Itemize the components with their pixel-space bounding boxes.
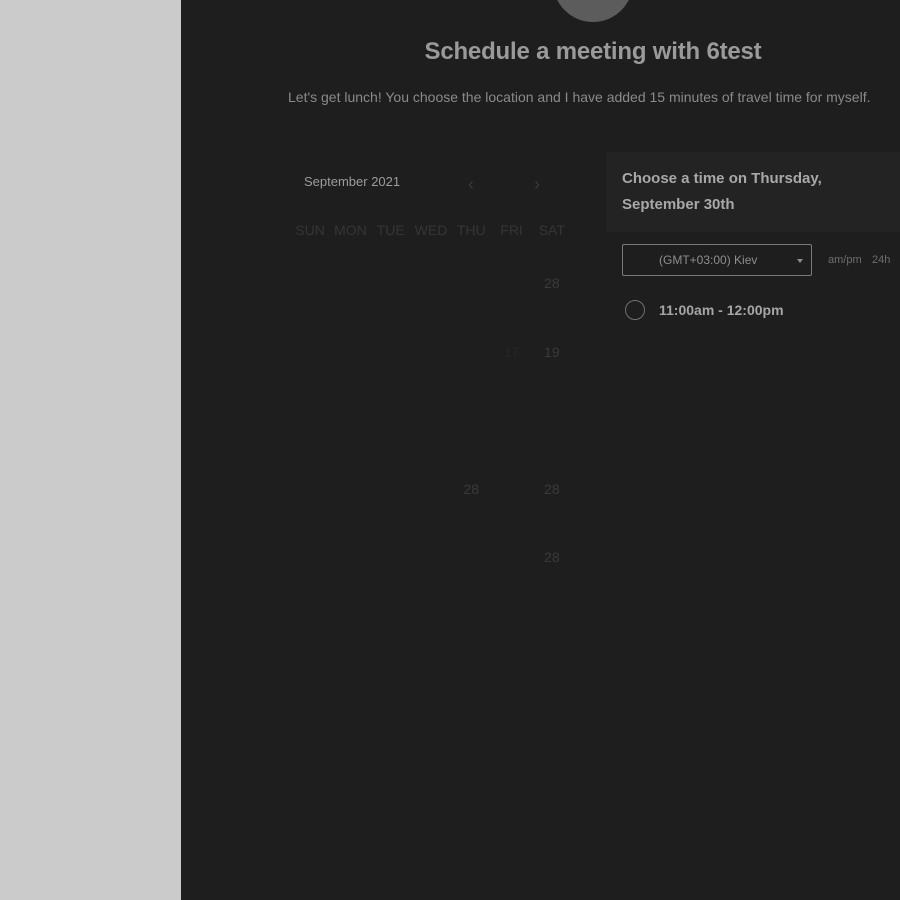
calendar-day[interactable]: 17 [491, 335, 531, 404]
calendar-day[interactable] [330, 266, 370, 335]
weekday-label: SAT [538, 222, 565, 238]
calendar-day[interactable] [451, 403, 491, 472]
calendar-day[interactable] [290, 472, 330, 541]
calendar-month-label: September 2021 [304, 174, 401, 189]
calendar-week: 28 28 [290, 472, 572, 541]
previous-month-button[interactable]: ‹ [459, 172, 483, 196]
weekday-label: SUN [295, 222, 325, 238]
scheduling-page: Schedule a meeting with 6test Let's get … [181, 0, 900, 900]
chevron-left-icon: ‹ [468, 173, 474, 194]
weekday-label: MON [334, 222, 367, 238]
calendar-week: 28 [290, 266, 572, 335]
calendar-week [290, 403, 572, 472]
timezone-value: (GMT+03:00) Kiev [659, 253, 758, 267]
caret-down-icon [797, 259, 803, 263]
avatar [553, 0, 633, 22]
radio-button[interactable] [625, 300, 645, 320]
24h-format-toggle[interactable]: 24h [872, 254, 890, 266]
calendar-week: 28 [290, 540, 572, 609]
calendar-day[interactable] [290, 335, 330, 404]
calendar-day[interactable] [371, 540, 411, 609]
calendar-day[interactable]: 28 [532, 472, 572, 541]
weekday-label: FRI [500, 222, 523, 238]
calendar-day[interactable] [290, 266, 330, 335]
calendar-day[interactable] [371, 472, 411, 541]
meeting-description: Let's get lunch! You choose the location… [288, 89, 871, 105]
calendar-day[interactable] [330, 540, 370, 609]
time-panel-heading: Choose a time on Thursday, September 30t… [622, 170, 822, 213]
calendar-day[interactable] [330, 472, 370, 541]
calendar-day[interactable]: 28 [532, 266, 572, 335]
time-panel-header: Choose a time on Thursday, September 30t… [606, 152, 900, 232]
ampm-format-toggle[interactable]: am/pm [828, 254, 862, 266]
calendar-day[interactable] [371, 403, 411, 472]
calendar-day[interactable] [451, 266, 491, 335]
weekday-label: WED [414, 222, 448, 238]
calendar-day[interactable] [451, 335, 491, 404]
calendar-day[interactable]: 19 [532, 335, 572, 404]
calendar-day[interactable] [532, 403, 572, 472]
calendar-day[interactable] [491, 472, 531, 541]
weekday-header: SUN MON TUE WED THU FRI SAT [290, 222, 572, 238]
page-title: Schedule a meeting with 6test [424, 38, 762, 65]
chevron-right-icon: › [534, 173, 540, 194]
calendar-day[interactable] [371, 335, 411, 404]
calendar-day[interactable] [411, 540, 451, 609]
time-slot-option[interactable]: 11:00am - 12:00pm [622, 298, 822, 324]
calendar-day[interactable] [330, 403, 370, 472]
calendar-day[interactable] [491, 540, 531, 609]
calendar-day[interactable] [491, 266, 531, 335]
calendar-day[interactable] [371, 266, 411, 335]
calendar-day[interactable] [330, 335, 370, 404]
next-month-button[interactable]: › [525, 172, 549, 196]
weekday-label: TUE [376, 222, 405, 238]
calendar-grid: 28 17 19 28 28 28 [290, 266, 572, 609]
calendar-day[interactable] [290, 540, 330, 609]
calendar-day[interactable]: 28 [532, 540, 572, 609]
calendar-day[interactable] [411, 403, 451, 472]
calendar-day[interactable] [451, 540, 491, 609]
timezone-select[interactable]: (GMT+03:00) Kiev [622, 244, 812, 276]
calendar-day[interactable]: 28 [451, 472, 491, 541]
calendar-day[interactable] [290, 403, 330, 472]
sidebar [0, 0, 181, 900]
weekday-label: THU [456, 222, 486, 238]
calendar-day[interactable] [411, 266, 451, 335]
time-slot-label: 11:00am - 12:00pm [659, 302, 784, 318]
calendar-day[interactable] [411, 472, 451, 541]
calendar-day[interactable] [411, 335, 451, 404]
calendar-week: 17 19 [290, 335, 572, 404]
calendar-day[interactable] [491, 403, 531, 472]
